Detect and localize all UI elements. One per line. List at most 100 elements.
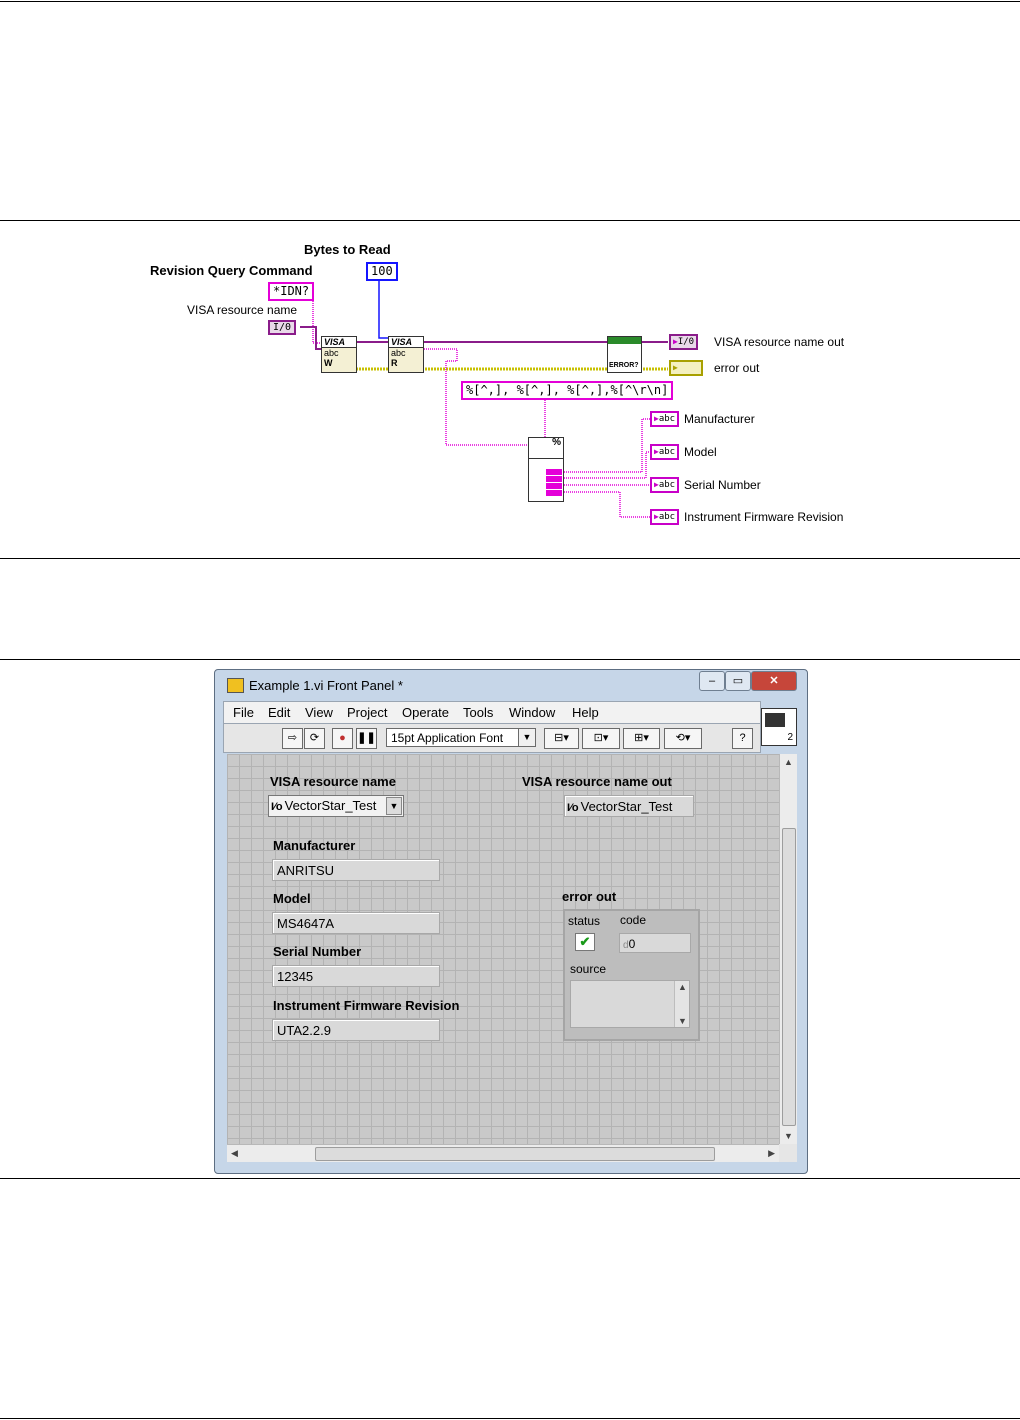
bottom-rule bbox=[0, 1418, 1020, 1419]
close-button[interactable]: ✕ bbox=[751, 671, 797, 691]
error-out-label: error out bbox=[562, 889, 617, 904]
model-label: Model bbox=[273, 891, 311, 906]
revision-query-constant[interactable]: *IDN? bbox=[268, 282, 315, 301]
error-out-indicator[interactable]: ▶ bbox=[669, 360, 703, 376]
scroll-down-icon[interactable]: ▼ bbox=[784, 1131, 793, 1141]
visa-out-tag: I/0 bbox=[677, 337, 695, 347]
font-selector[interactable]: 15pt Application Font ▼ bbox=[386, 728, 536, 747]
error-handler-header bbox=[608, 337, 641, 344]
menu-help[interactable]: Help bbox=[572, 705, 599, 720]
indicator-arrow-icon: ▶ bbox=[673, 363, 678, 372]
error-handler-text: ERROR? bbox=[609, 362, 639, 369]
vertical-scroll-thumb[interactable] bbox=[782, 828, 796, 1126]
visa-write-node[interactable]: VISA abc W bbox=[321, 336, 357, 373]
visa-out-indicator[interactable]: ▶I/0 bbox=[669, 334, 699, 350]
manufacturer-indicator[interactable]: ▶abc bbox=[650, 411, 680, 427]
bytes-to-read-constant[interactable]: 100 bbox=[366, 262, 398, 281]
manufacturer-label: Manufacturer bbox=[684, 412, 755, 426]
error-out-label: error out bbox=[714, 361, 760, 375]
firmware-label: Instrument Firmware Revision bbox=[684, 510, 844, 524]
abort-icon[interactable]: ● bbox=[332, 728, 353, 749]
manufacturer-indicator: ANRITSU bbox=[272, 859, 440, 881]
visa-resource-name-out-value: VectorStar_Test bbox=[580, 799, 673, 814]
abc-tag: abc bbox=[658, 512, 676, 522]
minimize-button[interactable]: – bbox=[699, 671, 725, 691]
error-out-cluster: status ✔ code d0 source ▲ ▼ bbox=[563, 909, 700, 1041]
visa-resource-name-control[interactable]: I⁄o VectorStar_Test ▼ bbox=[268, 795, 404, 817]
align-objects-icon[interactable]: ⊟▾ bbox=[544, 728, 579, 749]
front-panel-canvas: VISA resource name I⁄o VectorStar_Test ▼ … bbox=[227, 754, 779, 1144]
font-selector-value: 15pt Application Font bbox=[391, 731, 504, 745]
distribute-objects-icon[interactable]: ⊡▾ bbox=[582, 728, 620, 749]
serial-number-indicator: 12345 bbox=[272, 965, 440, 987]
model-label: Model bbox=[684, 445, 717, 459]
run-arrow-icon[interactable]: ⇨ bbox=[282, 728, 303, 749]
menu-tools[interactable]: Tools bbox=[463, 705, 493, 720]
title-bar[interactable]: Example 1.vi Front Panel * – ▭ ✕ bbox=[215, 670, 807, 700]
rule-above-panel bbox=[0, 659, 1020, 660]
visa-resource-name-value: VectorStar_Test bbox=[284, 798, 377, 813]
serial-indicator[interactable]: ▶abc bbox=[650, 477, 680, 493]
bytes-to-read-label: Bytes to Read bbox=[304, 242, 391, 257]
serial-label: Serial Number bbox=[684, 478, 761, 492]
resize-objects-icon[interactable]: ⊞▾ bbox=[623, 728, 660, 749]
front-panel-window: Example 1.vi Front Panel * – ▭ ✕ File Ed… bbox=[214, 669, 808, 1174]
source-scrollbar[interactable]: ▲ ▼ bbox=[674, 981, 689, 1027]
scan-from-string-node[interactable]: % bbox=[528, 437, 564, 502]
menu-project[interactable]: Project bbox=[347, 705, 387, 720]
scan-outputs bbox=[546, 469, 562, 496]
top-rule bbox=[0, 1, 1020, 2]
rule-below-panel bbox=[0, 1178, 1020, 1179]
format-string-constant[interactable]: %[^,], %[^,], %[^,],%[^\r\n] bbox=[461, 381, 674, 400]
menu-window[interactable]: Window bbox=[509, 705, 555, 720]
code-value: 0 bbox=[628, 937, 636, 951]
check-icon: ✔ bbox=[579, 934, 591, 949]
manufacturer-label: Manufacturer bbox=[273, 838, 356, 853]
block-diagram: Bytes to Read 100 Revision Query Command… bbox=[0, 221, 1020, 558]
error-handler-node[interactable]: ERROR? bbox=[607, 336, 642, 373]
scroll-up-icon[interactable]: ▲ bbox=[784, 757, 793, 767]
horizontal-scrollbar[interactable]: ◀ ▶ bbox=[227, 1144, 779, 1162]
visa-resource-label: VISA resource name bbox=[187, 303, 298, 317]
scan-header: % bbox=[529, 438, 563, 459]
reorder-icon[interactable]: ⟲▾ bbox=[664, 728, 702, 749]
menu-operate[interactable]: Operate bbox=[402, 705, 449, 720]
menu-edit[interactable]: Edit bbox=[268, 705, 290, 720]
pause-icon[interactable]: ❚❚ bbox=[356, 728, 377, 749]
visa-resource-control[interactable]: I/0 bbox=[268, 320, 297, 335]
abc-tag: abc bbox=[658, 480, 676, 490]
io-icon: I⁄o bbox=[271, 801, 283, 813]
visa-write-abc: abc bbox=[324, 348, 339, 358]
revision-query-label: Revision Query Command bbox=[150, 263, 313, 278]
menu-view[interactable]: View bbox=[305, 705, 333, 720]
code-indicator: d0 bbox=[619, 933, 691, 953]
firmware-indicator[interactable]: ▶abc bbox=[650, 509, 680, 525]
visa-read-header: VISA bbox=[389, 337, 423, 348]
visa-read-abc: abc bbox=[391, 348, 406, 358]
serial-number-label: Serial Number bbox=[273, 944, 362, 959]
visa-write-letter: W bbox=[324, 358, 333, 368]
source-label: source bbox=[570, 962, 607, 976]
vertical-scrollbar[interactable]: ▲ ▼ bbox=[779, 754, 797, 1144]
chevron-down-icon: ▼ bbox=[518, 729, 535, 746]
menu-bar: File Edit View Project Operate Tools Win… bbox=[223, 701, 761, 724]
maximize-button[interactable]: ▭ bbox=[725, 671, 751, 691]
io-icon: I⁄o bbox=[567, 802, 579, 814]
horizontal-scroll-thumb[interactable] bbox=[315, 1147, 715, 1161]
model-indicator[interactable]: ▶abc bbox=[650, 444, 680, 460]
scroll-right-icon[interactable]: ▶ bbox=[768, 1148, 775, 1159]
model-indicator: MS4647A bbox=[272, 912, 440, 934]
help-icon[interactable]: ? bbox=[732, 728, 753, 749]
scroll-down-icon[interactable]: ▼ bbox=[678, 1016, 687, 1026]
visa-read-node[interactable]: VISA abc R bbox=[388, 336, 424, 373]
run-continuously-icon[interactable]: ⟳ bbox=[304, 728, 325, 749]
scroll-up-icon[interactable]: ▲ bbox=[678, 982, 687, 992]
vi-icon[interactable]: 2 bbox=[761, 708, 797, 746]
scroll-left-icon[interactable]: ◀ bbox=[231, 1148, 238, 1159]
chevron-down-icon[interactable]: ▼ bbox=[386, 797, 402, 815]
abc-tag: abc bbox=[658, 414, 676, 424]
menu-file[interactable]: File bbox=[233, 705, 254, 720]
visa-write-header: VISA bbox=[322, 337, 356, 348]
code-label: code bbox=[620, 913, 647, 927]
scroll-corner bbox=[779, 1144, 797, 1162]
